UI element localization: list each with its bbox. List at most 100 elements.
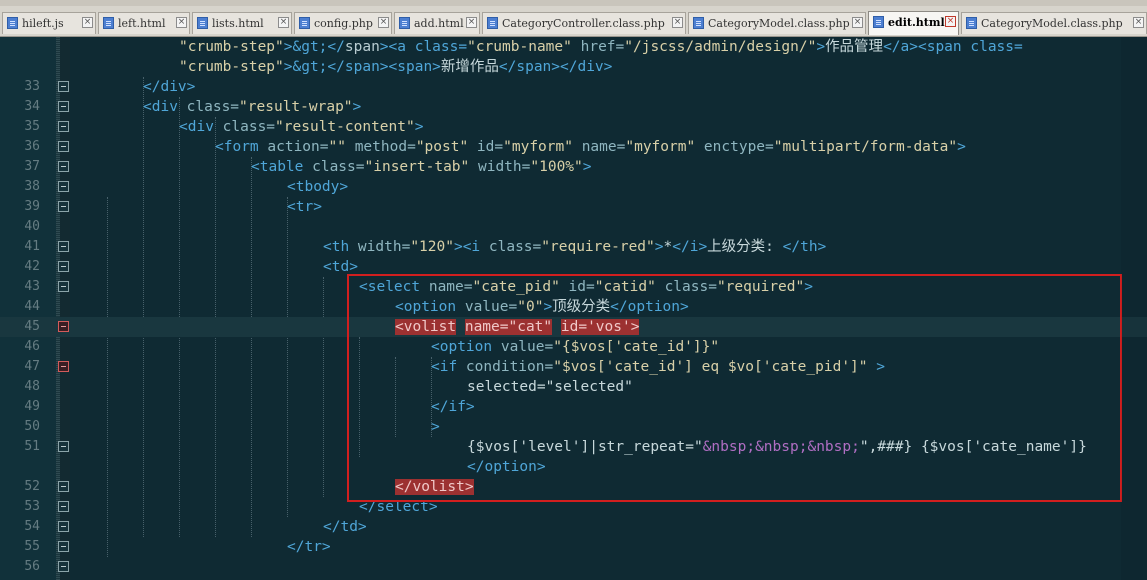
code-line[interactable]: 38 <tbody>: [0, 177, 1147, 197]
line-number: 42: [24, 259, 40, 274]
code-line[interactable]: 39 <tr>: [0, 197, 1147, 217]
file-icon: [693, 17, 704, 29]
file-icon: [299, 17, 310, 29]
tab-bar: hileft.js × left.html × lists.html × config.ph…: [0, 0, 1147, 37]
line-number: 39: [24, 199, 40, 214]
tab-lists-html[interactable]: lists.html ×: [192, 12, 292, 34]
toolbar-strip: [0, 0, 1147, 6]
scroll-area[interactable]: [1121, 37, 1147, 580]
code-token: >: [582, 159, 592, 175]
close-icon[interactable]: ×: [466, 17, 477, 28]
code-token: <tr>: [287, 199, 322, 215]
fold-toggle-icon[interactable]: [58, 201, 69, 212]
editor-window: hileft.js × left.html × lists.html × config.ph…: [0, 0, 1147, 580]
code-token: "crumb-step": [179, 59, 284, 75]
line-number: [0, 37, 40, 57]
close-icon[interactable]: ×: [82, 17, 93, 28]
tab-left-html[interactable]: left.html ×: [98, 12, 190, 34]
fold-toggle-icon[interactable]: [58, 261, 69, 272]
line-number: 45: [24, 319, 40, 334]
code-token: width=: [357, 239, 411, 255]
line-number: 48: [24, 379, 40, 394]
tab-hileft-js[interactable]: hileft.js ×: [2, 12, 96, 34]
tab-label: left.html: [118, 17, 166, 30]
tab-label: hileft.js: [22, 17, 64, 30]
fold-toggle-icon[interactable]: [58, 241, 69, 252]
fold-toggle-icon[interactable]: [58, 181, 69, 192]
code-text: <tr>: [287, 197, 322, 217]
code-line[interactable]: "crumb-step">&gt;</span><span>新增作品</span…: [0, 57, 1147, 77]
code-token: 新增作品: [440, 59, 499, 75]
tab-edit-html[interactable]: edit.html ×: [868, 11, 959, 35]
code-token: ><i: [453, 239, 489, 255]
code-line[interactable]: 54 </td>: [0, 517, 1147, 537]
code-token: "require-red": [541, 239, 655, 255]
fold-toggle-icon[interactable]: [58, 121, 69, 132]
code-line[interactable]: 40: [0, 217, 1147, 237]
fold-toggle-icon[interactable]: [58, 161, 69, 172]
fold-toggle-icon[interactable]: [58, 541, 69, 552]
fold-toggle-icon[interactable]: [58, 281, 69, 292]
fold-toggle-icon[interactable]: [58, 481, 69, 492]
code-token: </td>: [323, 519, 367, 535]
code-text: <table class="insert-tab" width="100%">: [251, 157, 592, 177]
code-line[interactable]: 34 <div class="result-wrap">: [0, 97, 1147, 117]
fold-toggle-icon[interactable]: [58, 521, 69, 532]
code-token: action=: [267, 139, 329, 155]
code-token: "insert-tab": [364, 159, 470, 175]
code-line[interactable]: 35 <div class="result-content">: [0, 117, 1147, 137]
line-number: 36: [24, 139, 40, 154]
code-token: </tr>: [287, 539, 331, 555]
fold-toggle-icon[interactable]: [58, 321, 69, 332]
code-text: </td>: [323, 517, 367, 537]
file-icon: [966, 17, 977, 29]
close-icon[interactable]: ×: [852, 17, 863, 28]
close-icon[interactable]: ×: [378, 17, 389, 28]
code-editor[interactable]: "crumb-step">&gt;</span><a class="crumb-…: [0, 37, 1147, 580]
line-number: 47: [24, 359, 40, 374]
tab-categorycontroller-class-php[interactable]: CategoryController.class.php ×: [482, 12, 686, 34]
code-text: <div class="result-content">: [179, 117, 423, 137]
code-line[interactable]: 33 </div>: [0, 77, 1147, 97]
close-icon[interactable]: ×: [945, 16, 956, 27]
tab-add-html[interactable]: add.html ×: [394, 12, 480, 34]
close-icon[interactable]: ×: [176, 17, 187, 28]
fold-toggle-icon[interactable]: [58, 441, 69, 452]
code-token: span: [344, 39, 380, 55]
close-icon[interactable]: ×: [1133, 17, 1144, 28]
code-token: class=: [222, 119, 276, 135]
code-token: "120": [410, 239, 454, 255]
fold-toggle-icon[interactable]: [58, 561, 69, 572]
code-text: <form action="" method="post" id="myform…: [215, 137, 966, 157]
code-line[interactable]: 56: [0, 557, 1147, 577]
file-icon: [103, 17, 114, 29]
line-number: 50: [24, 419, 40, 434]
tab-categorymodel-class-php[interactable]: CategoryModel.class.php ×: [961, 12, 1147, 34]
tab-config-php[interactable]: config.php ×: [294, 12, 392, 34]
code-token: >: [957, 139, 966, 155]
code-line[interactable]: "crumb-step">&gt;</span><a class="crumb-…: [0, 37, 1147, 57]
line-number: [0, 457, 40, 477]
fold-toggle-icon[interactable]: [58, 101, 69, 112]
close-icon[interactable]: ×: [278, 17, 289, 28]
code-line[interactable]: 36 <form action="" method="post" id="myfo…: [0, 137, 1147, 157]
code-token: >&gt;</span><span>: [283, 59, 441, 75]
code-token: "/jscss/admin/design/": [624, 39, 817, 55]
close-icon[interactable]: ×: [672, 17, 683, 28]
line-number: 46: [24, 339, 40, 354]
code-token: id=: [468, 139, 504, 155]
code-line[interactable]: 41 <th width="120"><i class="require-red"…: [0, 237, 1147, 257]
fold-toggle-icon[interactable]: [58, 361, 69, 372]
code-token: class=: [488, 239, 542, 255]
code-line[interactable]: 37 <table class="insert-tab" width="100%"…: [0, 157, 1147, 177]
code-token: enctype=: [695, 139, 774, 155]
code-line[interactable]: 55 </tr>: [0, 537, 1147, 557]
fold-toggle-icon[interactable]: [58, 81, 69, 92]
fold-toggle-icon[interactable]: [58, 501, 69, 512]
fold-toggle-icon[interactable]: [58, 141, 69, 152]
code-text: <tbody>: [287, 177, 348, 197]
tab-categorymodel-class-php[interactable]: CategoryModel.class.php ×: [688, 12, 866, 34]
code-token: class=: [186, 99, 240, 115]
code-token: >: [654, 239, 664, 255]
code-token: <div: [179, 119, 223, 135]
